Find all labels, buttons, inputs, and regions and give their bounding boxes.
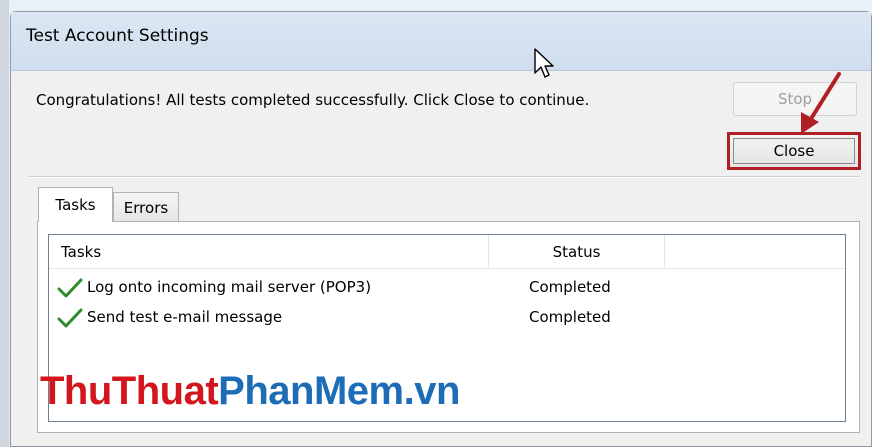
task-name: Send test e-mail message <box>87 308 283 326</box>
red-arrow-annotation-icon <box>801 72 841 134</box>
mouse-pointer-icon <box>534 48 554 78</box>
table-row[interactable]: Send test e-mail message Completed <box>49 305 829 333</box>
table-row[interactable]: Log onto incoming mail server (POP3) Com… <box>49 275 829 303</box>
check-icon <box>57 278 83 298</box>
status-message: Congratulations! All tests completed suc… <box>36 91 590 109</box>
list-header: Tasks Status <box>49 235 845 269</box>
separator <box>29 176 859 177</box>
tab-errors[interactable]: Errors <box>113 192 179 222</box>
close-button-face: Close <box>733 138 855 164</box>
check-icon <box>57 308 83 328</box>
watermark-part-blue: PhanMem.vn <box>218 369 460 413</box>
dialog-title: Test Account Settings <box>26 26 209 46</box>
task-name: Log onto incoming mail server (POP3) <box>87 278 372 296</box>
task-status: Completed <box>529 308 611 326</box>
tab-errors-label: Errors <box>123 198 169 217</box>
title-bar[interactable]: Test Account Settings <box>11 12 871 71</box>
task-status: Completed <box>529 278 611 296</box>
close-button-label: Close <box>773 142 815 160</box>
tab-tasks-label: Tasks <box>55 196 96 214</box>
tab-tasks[interactable]: Tasks <box>38 187 113 222</box>
background-window-edge <box>0 0 9 447</box>
site-watermark: ThuThuatPhanMem.vn <box>40 367 460 415</box>
column-header-status[interactable]: Status <box>489 235 665 268</box>
watermark-part-red: ThuThuat <box>40 369 219 413</box>
column-header-tasks[interactable]: Tasks <box>49 235 489 268</box>
